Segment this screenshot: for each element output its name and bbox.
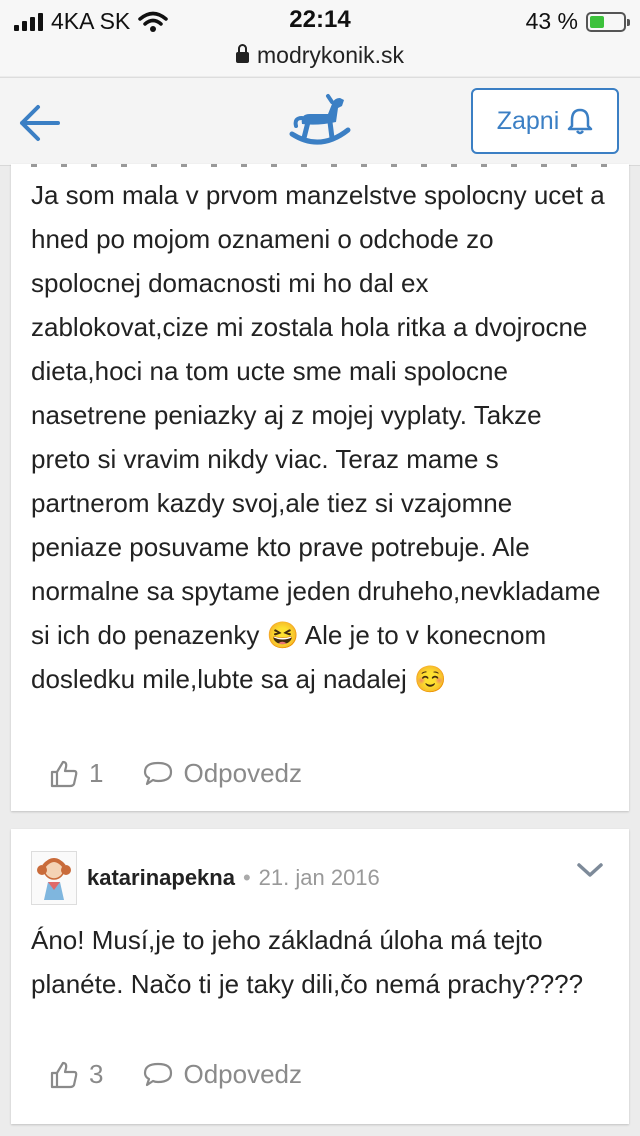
status-bar: 4KA SK 22:14 43 % modrykonik.sk [0,0,640,76]
url-bar[interactable]: modrykonik.sk [0,42,640,69]
thumbs-up-icon [50,760,78,787]
post-date: 21. jan 2016 [258,865,380,890]
subscribe-label: Zapni [496,106,560,135]
author-name[interactable]: katarinapekna [87,865,235,891]
avatar[interactable] [31,851,77,905]
battery-icon [586,11,630,32]
chevron-down-icon [577,863,603,877]
site-logo[interactable] [288,92,352,152]
user-avatar-icon [37,858,71,900]
reply-button[interactable]: Odpovedz [143,1059,302,1090]
battery-info: 43 % [525,8,630,35]
like-button[interactable]: 3 [49,1059,103,1090]
meta-separator: • [242,865,251,890]
comment-card: Ja som mala v prvom manzelstve spolocny … [11,164,629,811]
comment-actions: 3 Odpovedz [49,1059,302,1090]
thumbs-up-icon [50,1061,78,1088]
comment-text: Ja som mala v prvom manzelstve spolocny … [31,180,605,694]
app-header: Zapni [0,77,640,166]
lock-icon [236,44,249,63]
comment-header: katarinapekna • 21. jan 2016 [31,851,380,905]
bell-icon [568,108,593,135]
url-text: modrykonik.sk [257,42,404,68]
like-button[interactable]: 1 [49,758,103,789]
reply-label: Odpovedz [183,758,302,788]
like-count: 3 [89,1059,104,1089]
back-button[interactable] [16,100,64,146]
reply-label: Odpovedz [183,1059,302,1089]
comment-card: katarinapekna • 21. jan 2016 Áno! Musí,j… [11,829,629,1124]
rocking-horse-icon [289,94,351,145]
arrow-left-icon [20,105,60,141]
comment-actions: 1 Odpovedz [49,758,302,789]
cut-off-text [31,164,609,167]
subscribe-button[interactable]: Zapni [471,88,619,154]
speech-bubble-icon [144,1062,173,1086]
battery-percent: 43 % [525,8,578,34]
like-count: 1 [89,758,104,788]
reply-button[interactable]: Odpovedz [143,758,302,789]
comment-text: Áno! Musí,je to jeho základná úloha má t… [31,925,584,999]
speech-bubble-icon [144,761,173,785]
comment-menu-button[interactable] [575,859,605,881]
